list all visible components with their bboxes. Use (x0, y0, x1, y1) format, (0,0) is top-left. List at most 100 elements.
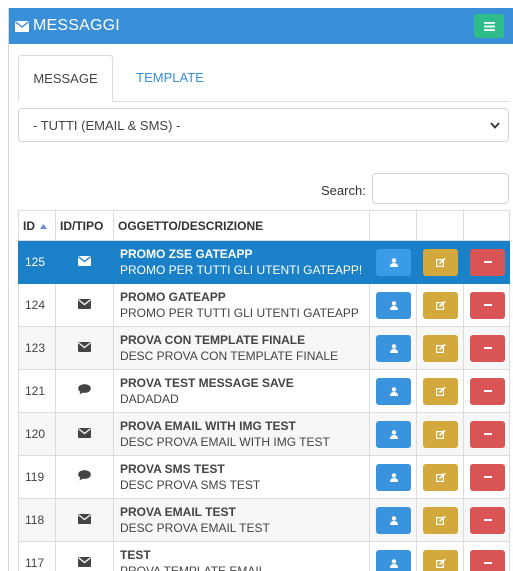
view-button[interactable] (376, 291, 411, 319)
row-id: 117 (18, 541, 56, 571)
column-header-id-label: ID (23, 218, 35, 233)
row-subtitle: DADADAD (120, 392, 179, 406)
search-input[interactable] (372, 173, 509, 204)
row-id: 125 (18, 240, 56, 284)
minus-icon (483, 304, 492, 306)
table-row[interactable]: 125 PROMO ZSE GATEAPP PROMO PER TUTTI GLI … (18, 240, 510, 284)
panel-header: MESSAGGI (9, 8, 513, 44)
column-header-id[interactable]: ID (18, 210, 56, 241)
view-button[interactable] (376, 506, 411, 534)
envelope-icon (78, 428, 91, 438)
edit-button[interactable] (423, 248, 458, 276)
edit-button[interactable] (423, 506, 458, 534)
delete-button[interactable] (470, 420, 505, 448)
row-title: PROVA EMAIL TEST (120, 505, 236, 519)
row-delete-cell (463, 326, 510, 370)
row-delete-cell (463, 369, 510, 413)
view-button[interactable] (376, 549, 411, 571)
delete-button[interactable] (470, 248, 505, 276)
row-subtitle: DESC PROVA EMAIL TEST (120, 521, 270, 535)
row-view-cell (369, 412, 417, 456)
table-row[interactable]: 119 PROVA SMS TEST DESC PROVA SMS TEST (18, 455, 510, 499)
comment-icon (78, 470, 91, 481)
edit-icon (435, 429, 446, 439)
type-filter-select[interactable]: - TUTTI (EMAIL & SMS) - (18, 108, 509, 142)
column-header-delete (463, 210, 510, 241)
minus-icon (483, 519, 492, 521)
delete-button[interactable] (470, 463, 505, 491)
row-edit-cell (416, 240, 464, 284)
row-view-cell (369, 240, 417, 284)
sort-up-icon (40, 223, 48, 229)
chevron-down-icon (490, 121, 500, 129)
edit-icon (435, 515, 446, 525)
view-button[interactable] (376, 377, 411, 405)
row-delete-cell (463, 455, 510, 499)
menu-button[interactable] (474, 14, 504, 38)
type-filter-value: - TUTTI (EMAIL & SMS) - (33, 117, 181, 133)
delete-button[interactable] (470, 291, 505, 319)
envelope-icon (78, 299, 91, 309)
user-icon (389, 343, 398, 353)
edit-button[interactable] (423, 420, 458, 448)
table-row[interactable]: 117 TEST PROVA TEMPLATE EMAIL (18, 541, 510, 571)
messages-panel: MESSAGGI MESSAGE TEMPLATE - TUTTI (EMAIL… (8, 8, 513, 571)
row-delete-cell (463, 498, 510, 542)
row-id: 121 (18, 369, 56, 413)
row-edit-cell (416, 412, 464, 456)
user-icon (389, 386, 398, 396)
edit-button[interactable] (423, 377, 458, 405)
row-delete-cell (463, 412, 510, 456)
row-edit-cell (416, 283, 464, 327)
row-description: PROVA EMAIL TEST DESC PROVA EMAIL TEST (113, 498, 370, 542)
row-type (55, 240, 114, 284)
row-title: PROVA CON TEMPLATE FINALE (120, 333, 306, 347)
row-view-cell (369, 498, 417, 542)
tab-message[interactable]: MESSAGE (18, 55, 113, 102)
row-id: 120 (18, 412, 56, 456)
row-edit-cell (416, 498, 464, 542)
column-header-description[interactable]: OGGETTO/DESCRIZIONE (113, 210, 370, 241)
delete-button[interactable] (470, 506, 505, 534)
bars-icon (483, 21, 495, 31)
table-row[interactable]: 124 PROMO GATEAPP PROMO PER TUTTI GLI UTEN… (18, 283, 510, 327)
view-button[interactable] (376, 463, 411, 491)
view-button[interactable] (376, 248, 411, 276)
user-icon (389, 429, 398, 439)
envelope-icon (78, 557, 91, 567)
user-icon (389, 472, 398, 482)
view-button[interactable] (376, 334, 411, 362)
table-row[interactable]: 118 PROVA EMAIL TEST DESC PROVA EMAIL TEST (18, 498, 510, 542)
table-row[interactable]: 121 PROVA TEST MESSAGE SAVE DADADAD (18, 369, 510, 413)
row-view-cell (369, 283, 417, 327)
edit-button[interactable] (423, 549, 458, 571)
edit-icon (435, 558, 446, 568)
row-subtitle: DESC PROVA CON TEMPLATE FINALE (120, 349, 339, 363)
delete-button[interactable] (470, 377, 505, 405)
row-view-cell (369, 541, 417, 571)
column-header-edit (416, 210, 464, 241)
edit-button[interactable] (423, 291, 458, 319)
row-type (55, 326, 114, 370)
minus-icon (483, 390, 492, 392)
row-edit-cell (416, 326, 464, 370)
delete-button[interactable] (470, 549, 505, 571)
row-edit-cell (416, 455, 464, 499)
row-subtitle: PROMO PER TUTTI GLI UTENTI GATEAPP (120, 306, 359, 320)
edit-button[interactable] (423, 334, 458, 362)
row-id: 119 (18, 455, 56, 499)
view-button[interactable] (376, 420, 411, 448)
row-title: PROVA EMAIL WITH IMG TEST (120, 419, 296, 433)
column-header-type[interactable]: ID/TIPO (55, 210, 114, 241)
envelope-icon (78, 514, 91, 524)
edit-button[interactable] (423, 463, 458, 491)
table-row[interactable]: 123 PROVA CON TEMPLATE FINALE DESC PROVA C… (18, 326, 510, 370)
row-description: PROMO GATEAPP PROMO PER TUTTI GLI UTENTI … (113, 283, 370, 327)
delete-button[interactable] (470, 334, 505, 362)
tab-template[interactable]: TEMPLATE (130, 55, 210, 101)
row-delete-cell (463, 541, 510, 571)
table-row[interactable]: 120 PROVA EMAIL WITH IMG TEST DESC PROVA E… (18, 412, 510, 456)
row-description: PROVA SMS TEST DESC PROVA SMS TEST (113, 455, 370, 499)
row-id: 118 (18, 498, 56, 542)
row-subtitle: PROMO PER TUTTI GLI UTENTI GATEAPP! (120, 263, 363, 277)
